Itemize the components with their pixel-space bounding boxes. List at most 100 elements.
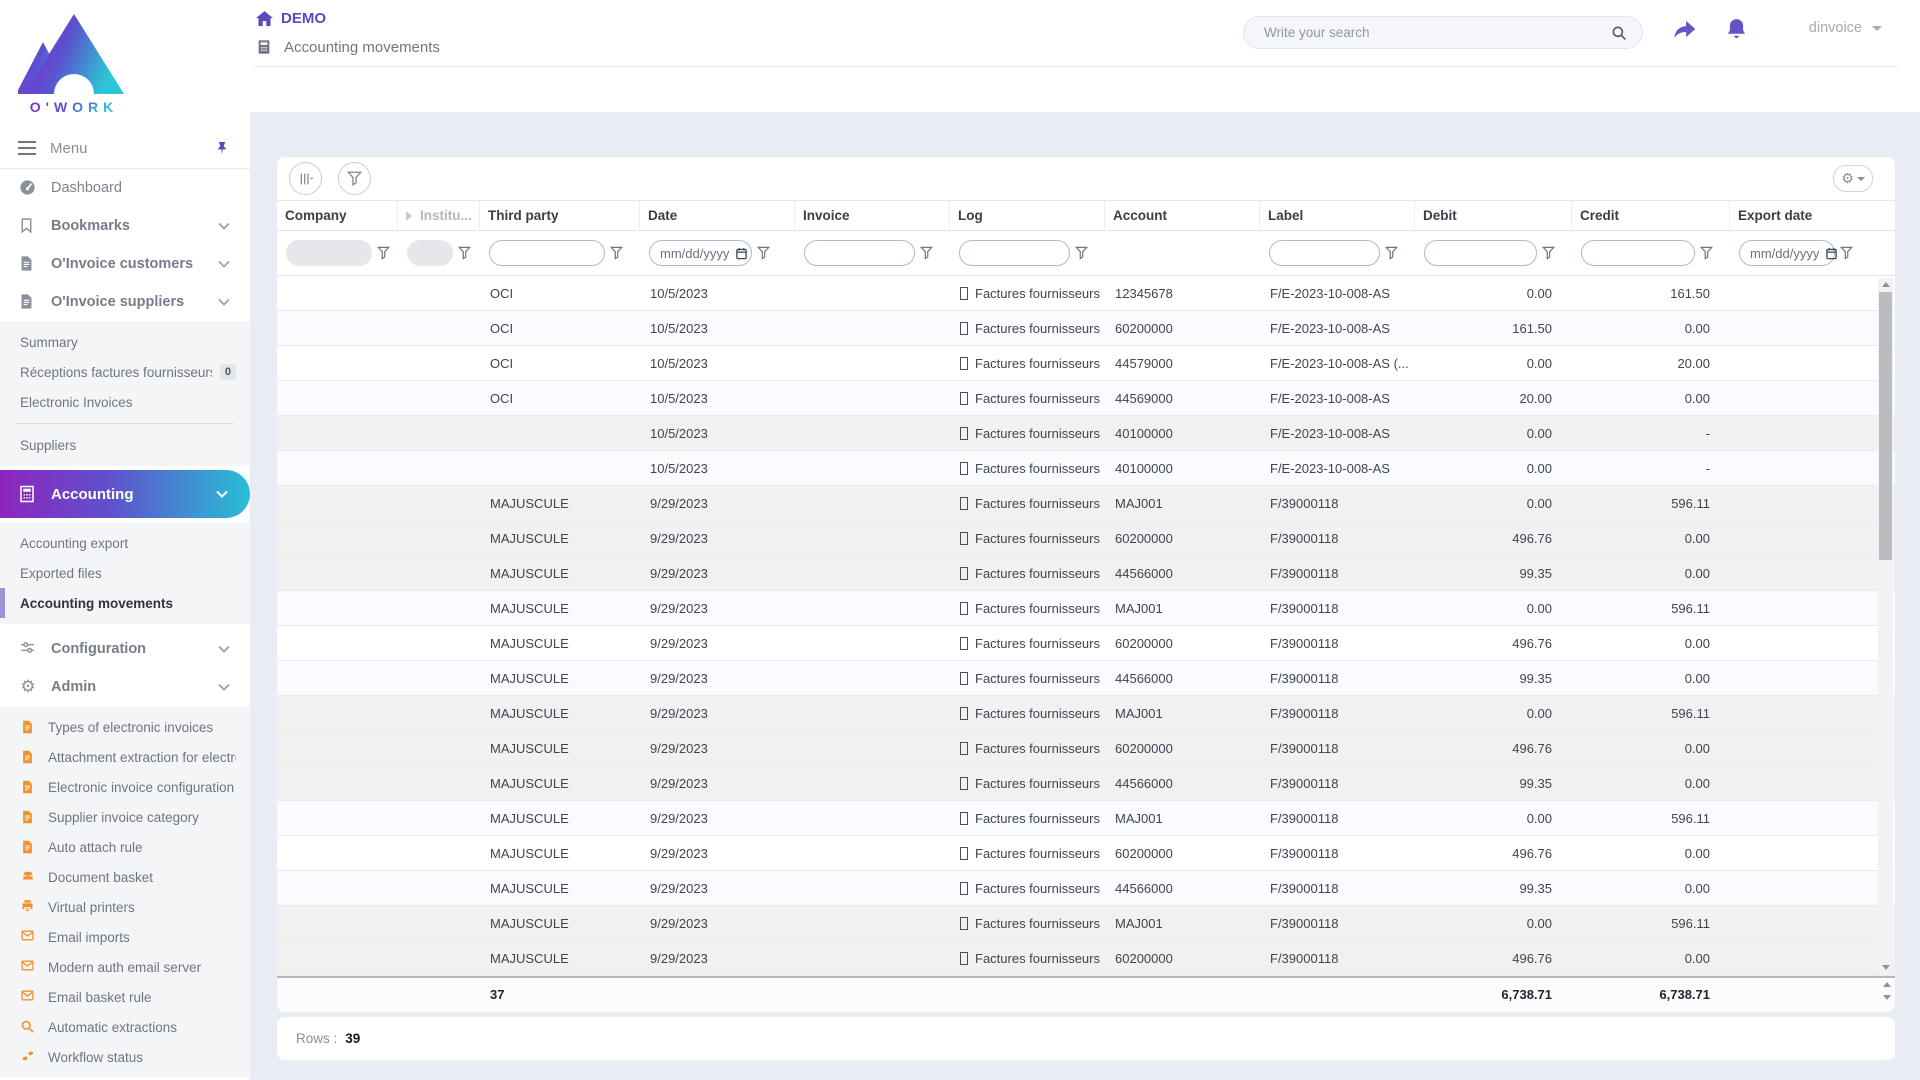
scroll-up-icon[interactable] (1883, 982, 1891, 987)
scroll-down-button[interactable] (1878, 961, 1893, 974)
sidebar-item-email-basket-rule[interactable]: Email basket rule (0, 982, 250, 1012)
sidebar-item-bookmarks[interactable]: Bookmarks (0, 207, 250, 245)
sidebar-item-attachment-extraction-for-electroni[interactable]: Attachment extraction for electroni (0, 742, 250, 772)
column-header-label[interactable]: Label (1260, 200, 1415, 231)
sidebar-item-auto-attach-rule[interactable]: Auto attach rule (0, 832, 250, 862)
table-row[interactable]: MAJUSCULE 9/29/2023 Factures fournisseurs M… (277, 906, 1895, 941)
table-row[interactable]: MAJUSCULE 9/29/2023 Factures fournisseurs 4… (277, 661, 1895, 696)
share-icon[interactable] (1672, 16, 1698, 42)
sidebar-item-accounting-movements[interactable]: Accounting movements (0, 588, 250, 618)
pin-icon[interactable] (214, 140, 230, 156)
sidebar-item-automatic-extractions[interactable]: Automatic extractions (0, 1012, 250, 1042)
user-menu[interactable]: dinvoice (1809, 20, 1882, 36)
funnel-icon[interactable] (1385, 246, 1399, 260)
totals-scroll-buttons[interactable] (1883, 982, 1891, 1000)
table-row[interactable]: OCI 10/5/2023 Factures fournisseurs 6020000… (277, 311, 1895, 346)
table-row[interactable]: MAJUSCULE 9/29/2023 Factures fournisseurs 6… (277, 521, 1895, 556)
table-row[interactable]: 10/5/2023 Factures fournisseurs 40100000 F/… (277, 451, 1895, 486)
sidebar-item-suppliers[interactable]: Suppliers (0, 430, 250, 460)
table-row[interactable]: MAJUSCULE 9/29/2023 Factures fournisseurs M… (277, 801, 1895, 836)
column-header-invoice[interactable]: Invoice (795, 200, 950, 231)
filter-input-debit[interactable] (1424, 240, 1537, 266)
sidebar-item-admin[interactable]: ⚙ Admin (0, 668, 250, 706)
funnel-icon[interactable] (1840, 246, 1854, 260)
funnel-icon[interactable] (757, 246, 771, 260)
table-row[interactable]: OCI 10/5/2023 Factures fournisseurs 4457900… (277, 346, 1895, 381)
sidebar-item-workflow-status[interactable]: Workflow status (0, 1042, 250, 1072)
table-row[interactable]: MAJUSCULE 9/29/2023 Factures fournisseurs M… (277, 486, 1895, 521)
filter-input-third_party[interactable] (489, 240, 605, 266)
column-header-date[interactable]: Date (640, 200, 795, 231)
column-header-institution[interactable]: Institu... (398, 200, 480, 231)
filter-date-input-date[interactable]: mm/dd/yyyy (649, 240, 752, 266)
sidebar-item-modern-auth-email-server[interactable]: Modern auth email server (0, 952, 250, 982)
sidebar-item-exported-files[interactable]: Exported files (0, 558, 250, 588)
table-row[interactable]: MAJUSCULE 9/29/2023 Factures fournisseurs 6… (277, 836, 1895, 871)
sidebar-item-oinvoice-suppliers[interactable]: O'Invoice suppliers (0, 283, 250, 321)
vertical-scrollbar[interactable] (1878, 278, 1893, 974)
sidebar-item-document-basket[interactable]: Document basket (0, 862, 250, 892)
column-header-export_date[interactable]: Export date (1730, 201, 1878, 231)
sidebar-item-r-ceptions-factures-fournisseurs[interactable]: Réceptions factures fournisseurs 0 (0, 357, 250, 387)
sidebar-item-electronic-invoices[interactable]: Electronic Invoices (0, 387, 250, 417)
table-row[interactable]: MAJUSCULE 9/29/2023 Factures fournisseurs 4… (277, 766, 1895, 801)
table-row[interactable]: 10/5/2023 Factures fournisseurs 40100000 F/… (277, 416, 1895, 451)
cell-export_date (1730, 556, 1878, 590)
column-expander-icon[interactable] (406, 210, 412, 221)
filter-input-credit[interactable] (1581, 240, 1695, 266)
scroll-down-icon[interactable] (1883, 995, 1891, 1000)
sidebar-item-configuration[interactable]: Configuration (0, 630, 250, 668)
total-cell-export_date (1730, 978, 1878, 1012)
filter-input-log[interactable] (959, 240, 1070, 266)
calendar-icon[interactable] (1825, 247, 1838, 260)
sidebar-item-email-imports[interactable]: Email imports (0, 922, 250, 952)
scroll-up-button[interactable] (1878, 278, 1893, 291)
table-row[interactable]: MAJUSCULE 9/29/2023 Factures fournisseurs 4… (277, 871, 1895, 906)
sidebar-item-accounting-export[interactable]: Accounting export (0, 528, 250, 558)
funnel-icon[interactable] (1700, 246, 1714, 260)
funnel-icon[interactable] (920, 246, 934, 260)
table-row[interactable]: MAJUSCULE 9/29/2023 Factures fournisseurs M… (277, 591, 1895, 626)
funnel-icon[interactable] (377, 246, 391, 260)
table-row[interactable]: MAJUSCULE 9/29/2023 Factures fournisseurs 6… (277, 626, 1895, 661)
sidebar-item-electronic-invoice-configuration[interactable]: Electronic invoice configuration (0, 772, 250, 802)
column-header-company[interactable]: Company (277, 200, 398, 231)
funnel-icon[interactable] (610, 246, 624, 260)
sidebar-item-oinvoice-customers[interactable]: O'Invoice customers (0, 245, 250, 283)
funnel-icon[interactable] (1542, 246, 1556, 260)
search-input[interactable] (1264, 25, 1610, 40)
funnel-icon[interactable] (458, 246, 472, 260)
scrollbar-thumb[interactable] (1879, 292, 1892, 560)
sidebar-item-summary[interactable]: Summary (0, 327, 250, 357)
table-row[interactable]: OCI 10/5/2023 Factures fournisseurs 1234567… (277, 276, 1895, 311)
hamburger-icon[interactable] (18, 141, 36, 155)
filter-input-label[interactable] (1269, 240, 1380, 266)
search-icon[interactable] (1610, 24, 1628, 42)
filter-date-input-export_date[interactable]: mm/dd/yyyy (1739, 240, 1838, 266)
table-row[interactable]: OCI 10/5/2023 Factures fournisseurs 4456900… (277, 381, 1895, 416)
cell-log: Factures fournisseurs (950, 941, 1105, 975)
bell-icon[interactable] (1724, 16, 1750, 42)
funnel-icon[interactable] (1075, 246, 1089, 260)
column-header-credit[interactable]: Credit (1572, 200, 1730, 231)
sidebar-item-types-of-electronic-invoices[interactable]: Types of electronic invoices (0, 712, 250, 742)
table-row[interactable]: MAJUSCULE 9/29/2023 Factures fournisseurs M… (277, 696, 1895, 731)
cell-third_party: MAJUSCULE (490, 740, 569, 756)
column-header-third_party[interactable]: Third party (480, 200, 640, 231)
sidebar-item-virtual-printers[interactable]: Virtual printers (0, 892, 250, 922)
sidebar-item-accounting[interactable]: Accounting (0, 470, 250, 518)
table-row[interactable]: MAJUSCULE 9/29/2023 Factures fournisseurs 6… (277, 941, 1895, 976)
column-header-account[interactable]: Account (1105, 200, 1260, 231)
column-header-debit[interactable]: Debit (1415, 200, 1572, 231)
sidebar-item-dashboard[interactable]: Dashboard (0, 169, 250, 207)
breadcrumb[interactable]: DEMO (256, 10, 326, 27)
sidebar-item-supplier-invoice-category[interactable]: Supplier invoice category (0, 802, 250, 832)
filter-input-invoice[interactable] (804, 240, 915, 266)
column-header-log[interactable]: Log (950, 200, 1105, 231)
table-row[interactable]: MAJUSCULE 9/29/2023 Factures fournisseurs 4… (277, 556, 1895, 591)
grid-settings-button[interactable]: ⚙ (1833, 165, 1873, 192)
calendar-icon[interactable] (735, 247, 748, 260)
table-row[interactable]: MAJUSCULE 9/29/2023 Factures fournisseurs 6… (277, 731, 1895, 766)
column-chooser-button[interactable] (289, 162, 322, 195)
filter-button[interactable] (338, 162, 371, 195)
